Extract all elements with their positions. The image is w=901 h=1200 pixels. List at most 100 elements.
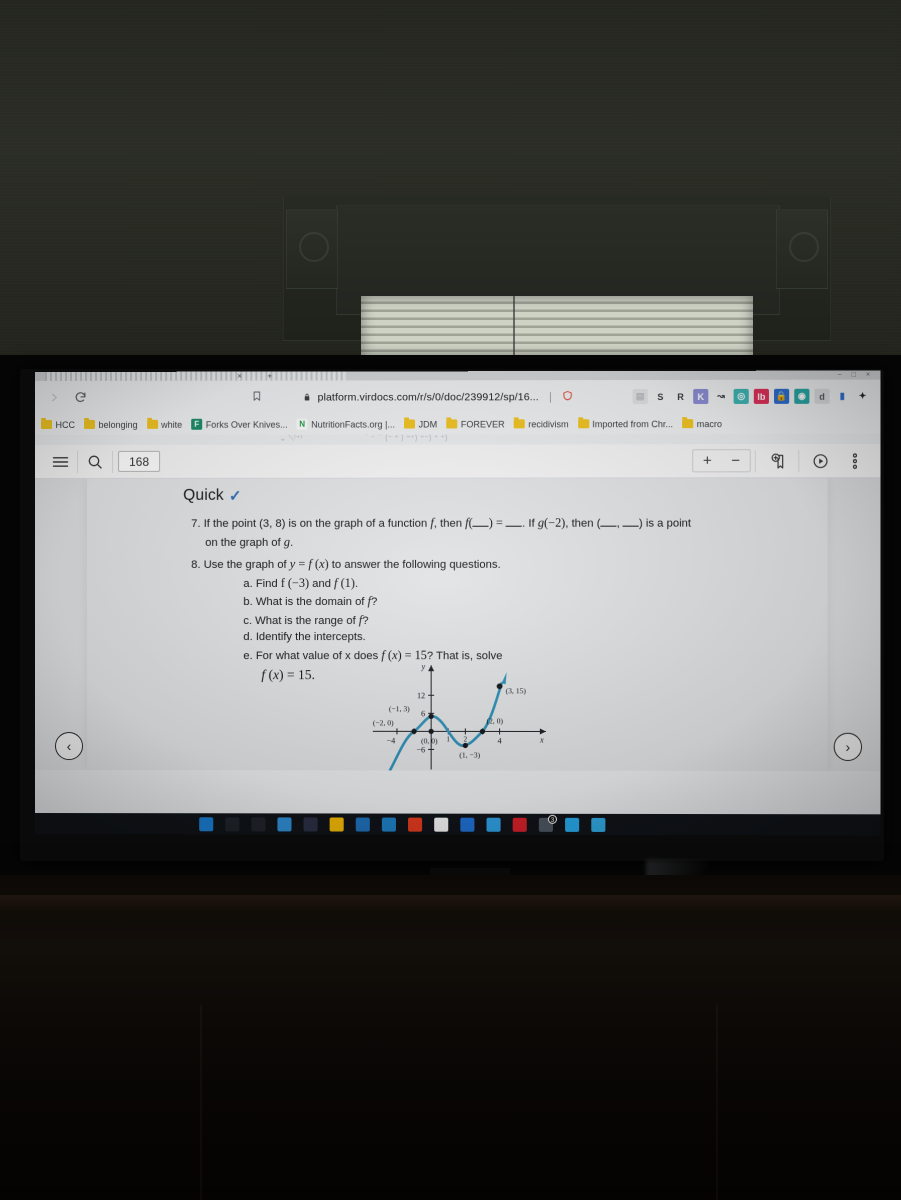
bookmark-belonging[interactable]: belonging — [84, 419, 138, 429]
search-icon[interactable] — [219, 814, 245, 833]
blue-app-icon-glyph — [486, 817, 500, 831]
bookmark-forks-over-knives[interactable]: F Forks Over Knives... — [191, 419, 287, 430]
question-8a: a. Find f (−3) and f (1). — [183, 574, 706, 593]
play-circle-icon[interactable] — [803, 448, 837, 474]
bookmark-recidivism[interactable]: recidivism — [514, 419, 569, 429]
edge-icon[interactable] — [271, 814, 297, 833]
svg-text:6: 6 — [421, 709, 425, 718]
question-8: 8. Use the graph of y = f (x) to answer … — [183, 555, 706, 574]
start-button-glyph — [199, 817, 213, 831]
browser-tab-active[interactable] — [45, 371, 346, 381]
bookmark-imported-from-chr[interactable]: Imported from Chr... — [578, 419, 673, 429]
extension-lock-blue[interactable]: 🔒 — [774, 389, 789, 404]
browser-toolbar: platform.virdocs.com/r/s/0/doc/239912/sp… — [35, 380, 880, 414]
red-app-icon[interactable] — [507, 815, 533, 834]
store-icon[interactable] — [350, 814, 376, 833]
svg-text:2: 2 — [464, 735, 468, 743]
notes-icon[interactable]: 3 — [533, 815, 559, 834]
section-heading-text: Quick — [183, 487, 224, 505]
zoom-out-button[interactable]: − — [721, 450, 749, 471]
photo-scene: ⊡ × + − □ × — [0, 0, 901, 1200]
bookmark-outline-icon[interactable] — [251, 388, 262, 406]
blue-app-icon[interactable] — [480, 815, 506, 834]
folder-icon — [404, 419, 415, 428]
app-dark-circle-icon[interactable] — [298, 814, 324, 833]
xbox-icon-glyph — [434, 817, 448, 831]
section-heading: Quick ✓ — [183, 486, 706, 504]
add-bookmark-icon[interactable] — [760, 448, 794, 474]
search-icon[interactable] — [78, 448, 112, 474]
reader-toolbar: 168 + − — [35, 444, 880, 479]
folder-icon — [682, 419, 693, 428]
extension-cursor[interactable]: ↝ — [713, 389, 728, 404]
window-controls[interactable]: − □ × — [837, 371, 874, 380]
back-arrow-icon[interactable] — [41, 384, 67, 410]
graph-point-label-2: (0, 0) — [421, 736, 438, 745]
telegram-icon[interactable] — [585, 815, 611, 834]
windows-taskbar[interactable]: 3 — [35, 813, 880, 835]
chrome-icon[interactable] — [454, 815, 480, 834]
extension-teal-check[interactable]: ◎ — [734, 389, 749, 404]
site-favicon-icon: N — [297, 419, 308, 430]
browser-tab-strip[interactable]: × + − □ × — [35, 371, 880, 381]
graph-svg: −4 4 1 2 12 6 −6 y x (−2, 0) (−1, 3) (0,… — [359, 657, 560, 771]
question-8-number: 8. — [191, 559, 200, 571]
zoom-in-button[interactable]: + — [693, 450, 721, 471]
file-explorer-icon[interactable] — [324, 814, 350, 833]
extension-lastpass[interactable]: lb — [754, 389, 769, 404]
bookmark-white[interactable]: white — [147, 419, 183, 429]
bookmark-nutritionfacts-org[interactable]: N NutritionFacts.org |... — [297, 419, 395, 430]
edge-icon-glyph — [277, 817, 291, 831]
bookmarks-bar: HCC belonging white F Forks Over Knives... N N… — [35, 413, 880, 435]
question-8d: d. Identify the intercepts. — [183, 629, 706, 646]
extensions-puzzle-icon[interactable]: ✦ — [855, 389, 870, 404]
reload-icon[interactable] — [67, 384, 93, 410]
valance-rosette-right — [776, 209, 828, 289]
graph-point-label-4: (2, 0) — [486, 716, 503, 725]
skype-icon[interactable] — [559, 815, 585, 834]
tv-stand-seam-left — [200, 1005, 202, 1200]
bookmark-forever[interactable]: FOREVER — [446, 419, 504, 429]
file-explorer-icon-glyph — [330, 817, 344, 831]
question-8e-letter: e. — [243, 650, 252, 662]
zoom-controls: + − — [692, 449, 751, 472]
xbox-icon[interactable] — [428, 815, 454, 834]
more-vertical-icon[interactable] — [838, 448, 872, 474]
bookmark-jdm[interactable]: JDM — [404, 419, 437, 429]
question-7: 7. If the point (3, 8) is on the graph o… — [183, 514, 706, 552]
brave-shield-icon[interactable] — [562, 388, 573, 406]
brave-icon[interactable] — [402, 815, 428, 834]
hamburger-menu-icon[interactable] — [43, 448, 77, 474]
task-view-icon[interactable] — [245, 814, 271, 833]
new-tab-icon[interactable]: + — [267, 372, 272, 381]
extension-k-purple[interactable]: K — [693, 389, 708, 404]
extension-r[interactable]: R — [673, 389, 688, 404]
bookmark-macro[interactable]: macro — [682, 419, 722, 429]
mail-icon-glyph — [382, 817, 396, 831]
mail-icon[interactable] — [376, 815, 402, 834]
svg-text:1: 1 — [446, 735, 450, 743]
folder-icon — [446, 419, 457, 428]
bookmark-label: FOREVER — [461, 419, 505, 429]
figure-graph: −4 4 1 2 12 6 −6 y x (−2, 0) (−1, 3) (0,… — [359, 657, 560, 771]
extension-d-grey[interactable]: d — [814, 389, 829, 404]
previous-page-button[interactable]: ‹ — [55, 732, 83, 760]
start-button[interactable] — [193, 814, 219, 833]
check-icon: ✓ — [229, 487, 242, 505]
telegram-icon-glyph — [591, 817, 605, 831]
extension-target-teal[interactable]: ◉ — [794, 389, 809, 404]
bookmark-label: NutritionFacts.org |... — [311, 419, 395, 429]
address-bar[interactable]: platform.virdocs.com/r/s/0/doc/239912/sp… — [103, 386, 633, 409]
page-number-input[interactable]: 168 — [118, 451, 160, 472]
extension-grey-box[interactable]: ▤ — [633, 389, 648, 404]
lock-icon[interactable] — [303, 388, 312, 406]
extension-s[interactable]: S — [653, 389, 668, 404]
monitor-screen: × + − □ × platform.virdocs.com/r/s/0/doc… — [35, 371, 880, 836]
question-8b-letter: b. — [243, 596, 252, 608]
store-icon-glyph — [356, 817, 370, 831]
next-page-button[interactable]: › — [834, 733, 862, 761]
bookmark-hcc[interactable]: HCC — [41, 419, 75, 429]
tab-close-icon[interactable]: × — [237, 372, 242, 381]
extension-bars-blue[interactable]: ▮ — [835, 389, 850, 404]
brave-icon-glyph — [408, 817, 422, 831]
